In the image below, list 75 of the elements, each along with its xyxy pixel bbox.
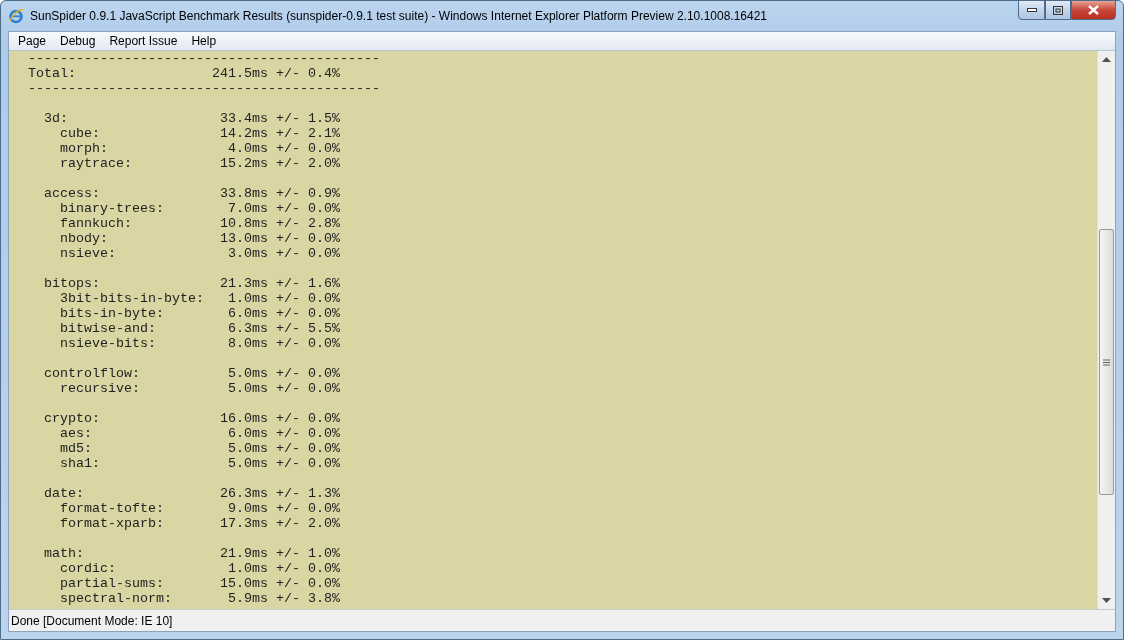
test-name: recursive:	[60, 381, 141, 396]
test-value: 9.0ms +/- 0.0%	[226, 501, 340, 516]
test-name: nsieve-bits:	[60, 336, 157, 351]
status-text: Done [Document Mode: IE 10]	[10, 613, 173, 628]
test-name: nbody:	[60, 231, 109, 246]
test-name: bitwise-and:	[60, 321, 157, 336]
test-value: 7.0ms +/- 0.0%	[226, 201, 340, 216]
group-name: bitops:	[44, 276, 101, 291]
close-icon	[1088, 5, 1099, 15]
test-name: cube:	[60, 126, 101, 141]
test-value: 6.0ms +/- 0.0%	[226, 426, 340, 441]
test-value: 8.0ms +/- 0.0%	[226, 336, 340, 351]
test-name: morph:	[60, 141, 109, 156]
separator-line: --------------------------------------------	[28, 81, 380, 96]
test-value: 1.0ms +/- 0.0%	[226, 291, 340, 306]
test-value: 5.0ms +/- 0.0%	[226, 381, 340, 396]
test-name: md5:	[60, 441, 93, 456]
group-name: date:	[44, 486, 85, 501]
window-title: SunSpider 0.9.1 JavaScript Benchmark Results (sunspider-0.9.1 test suite) - Windows Internet Explorer Platform Preview 2.10.1008.16421	[30, 9, 769, 23]
group-name: access:	[44, 186, 101, 201]
scroll-down-icon[interactable]	[1102, 598, 1111, 603]
test-value: 17.3ms +/- 2.0%	[218, 516, 340, 531]
test-name: binary-trees:	[60, 201, 165, 216]
test-name: fannkuch:	[60, 216, 133, 231]
test-name: aes:	[60, 426, 93, 441]
total-value: 241.5ms +/- 0.4%	[211, 66, 340, 81]
menu-item[interactable]: Debug	[53, 32, 103, 50]
test-name: partial-sums:	[60, 576, 165, 591]
menu-item[interactable]: Help	[184, 32, 224, 50]
total-label: Total:	[28, 66, 77, 81]
group-value: 5.0ms +/- 0.0%	[226, 366, 340, 381]
test-value: 4.0ms +/- 0.0%	[226, 141, 340, 156]
group-name: controlflow:	[44, 366, 141, 381]
test-value: 6.3ms +/- 5.5%	[226, 321, 340, 336]
test-value: 5.9ms +/- 3.8%	[226, 591, 340, 606]
test-value: 15.2ms +/- 2.0%	[218, 156, 340, 171]
test-value: 10.8ms +/- 2.8%	[218, 216, 340, 231]
maximize-button[interactable]	[1045, 0, 1071, 20]
test-value: 1.0ms +/- 0.0%	[226, 561, 340, 576]
test-name: cordic:	[60, 561, 117, 576]
group-value: 26.3ms +/- 1.3%	[218, 486, 340, 501]
test-name: sha1:	[60, 456, 101, 471]
scroll-up-icon[interactable]	[1102, 57, 1111, 62]
group-value: 21.9ms +/- 1.0%	[218, 546, 340, 561]
test-name: spectral-norm:	[60, 591, 173, 606]
test-name: raytrace:	[60, 156, 133, 171]
separator-line: --------------------------------------------	[28, 51, 380, 66]
test-value: 13.0ms +/- 0.0%	[218, 231, 340, 246]
group-value: 33.8ms +/- 0.9%	[218, 186, 340, 201]
test-value: 6.0ms +/- 0.0%	[226, 306, 340, 321]
restore-icon	[1053, 5, 1063, 15]
group-value: 21.3ms +/- 1.6%	[218, 276, 340, 291]
group-name: crypto:	[44, 411, 101, 426]
menu-item[interactable]: Report Issue	[102, 32, 185, 50]
close-button[interactable]	[1071, 0, 1116, 20]
test-value: 14.2ms +/- 2.1%	[218, 126, 340, 141]
test-name: format-tofte:	[60, 501, 165, 516]
scrollbar-thumb[interactable]	[1099, 229, 1114, 495]
test-value: 15.0ms +/- 0.0%	[218, 576, 340, 591]
test-name: format-xparb:	[60, 516, 165, 531]
group-name: math:	[44, 546, 85, 561]
minimize-icon	[1026, 8, 1037, 12]
test-name: nsieve:	[60, 246, 117, 261]
group-name: 3d:	[44, 111, 69, 126]
browser-logo-icon	[8, 8, 24, 24]
group-value: 16.0ms +/- 0.0%	[218, 411, 340, 426]
test-value: 3.0ms +/- 0.0%	[226, 246, 340, 261]
test-name: bits-in-byte:	[60, 306, 165, 321]
grip-icon	[1103, 358, 1110, 366]
test-name: 3bit-bits-in-byte:	[60, 291, 205, 306]
minimize-button[interactable]	[1018, 0, 1045, 20]
test-value: 5.0ms +/- 0.0%	[226, 441, 340, 456]
test-value: 5.0ms +/- 0.0%	[226, 456, 340, 471]
menu-item[interactable]: Page	[11, 32, 54, 50]
group-value: 33.4ms +/- 1.5%	[218, 111, 340, 126]
